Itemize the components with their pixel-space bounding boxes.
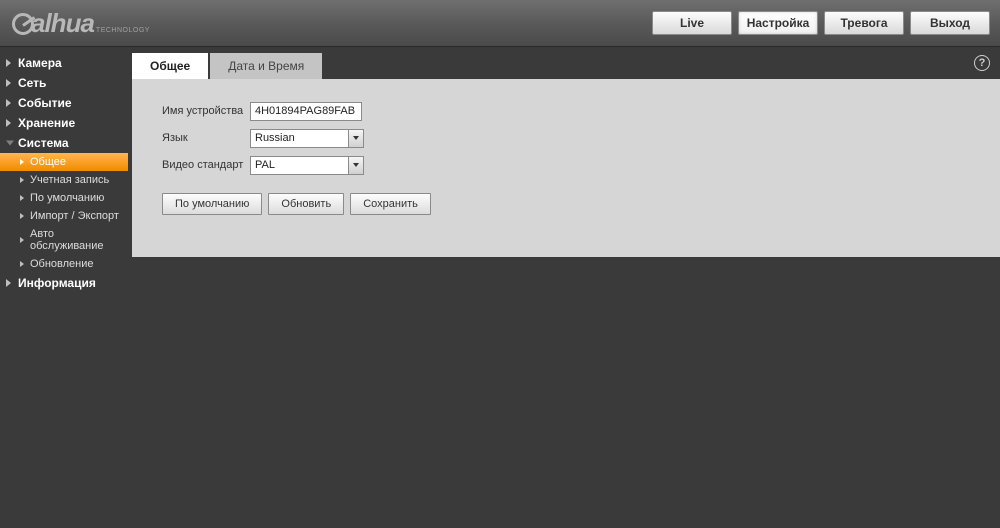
sidebar-item-camera[interactable]: Камера [0, 53, 128, 73]
main-area: Камера Сеть Событие Хранение Система Общ… [0, 47, 1000, 528]
help-icon[interactable]: ? [974, 55, 990, 71]
sidebar-sub-auto-maintain[interactable]: Авто обслуживание [0, 225, 128, 255]
sidebar-item-storage[interactable]: Хранение [0, 113, 128, 133]
brand-logo: alhua TECHNOLOGY [12, 8, 150, 39]
header: alhua TECHNOLOGY Live Настройка Тревога … [0, 0, 1000, 47]
settings-panel: Имя устройства Язык Russian Видео станда… [132, 79, 1000, 257]
action-buttons: По умолчанию Обновить Сохранить [162, 193, 1000, 215]
top-nav: Live Настройка Тревога Выход [652, 11, 990, 35]
sidebar-sub-import-export[interactable]: Импорт / Экспорт [0, 207, 128, 225]
sidebar-item-system[interactable]: Система [0, 133, 128, 153]
nav-logout-button[interactable]: Выход [910, 11, 990, 35]
row-language: Язык Russian [162, 128, 1000, 148]
video-standard-select[interactable]: PAL [250, 156, 364, 175]
sidebar-sub-upgrade[interactable]: Обновление [0, 255, 128, 273]
label-video-standard: Видео стандарт [162, 159, 250, 171]
label-device-name: Имя устройства [162, 105, 250, 117]
sidebar-sub-default[interactable]: По умолчанию [0, 189, 128, 207]
sidebar-item-network[interactable]: Сеть [0, 73, 128, 93]
nav-setup-button[interactable]: Настройка [738, 11, 818, 35]
language-select-value: Russian [250, 129, 364, 148]
sidebar-sub-account[interactable]: Учетная запись [0, 171, 128, 189]
row-device-name: Имя устройства [162, 101, 1000, 121]
row-video-standard: Видео стандарт PAL [162, 155, 1000, 175]
video-standard-select-value: PAL [250, 156, 364, 175]
sidebar-item-information[interactable]: Информация [0, 273, 128, 293]
sidebar-item-event[interactable]: Событие [0, 93, 128, 113]
brand-sub: TECHNOLOGY [96, 27, 150, 34]
brand-name: alhua [31, 8, 94, 39]
device-name-input[interactable] [250, 102, 362, 121]
nav-live-button[interactable]: Live [652, 11, 732, 35]
default-button[interactable]: По умолчанию [162, 193, 262, 215]
label-language: Язык [162, 132, 250, 144]
sidebar-sub-general[interactable]: Общее [0, 153, 128, 171]
sidebar: Камера Сеть Событие Хранение Система Общ… [0, 47, 128, 528]
save-button[interactable]: Сохранить [350, 193, 431, 215]
brand-logo-icon [12, 13, 34, 35]
refresh-button[interactable]: Обновить [268, 193, 344, 215]
language-select[interactable]: Russian [250, 129, 364, 148]
tab-general[interactable]: Общее [132, 53, 208, 79]
tab-bar: Общее Дата и Время [132, 53, 1000, 79]
content: ? Общее Дата и Время Имя устройства Язык… [128, 47, 1000, 528]
nav-alarm-button[interactable]: Тревога [824, 11, 904, 35]
tab-datetime[interactable]: Дата и Время [210, 53, 322, 79]
